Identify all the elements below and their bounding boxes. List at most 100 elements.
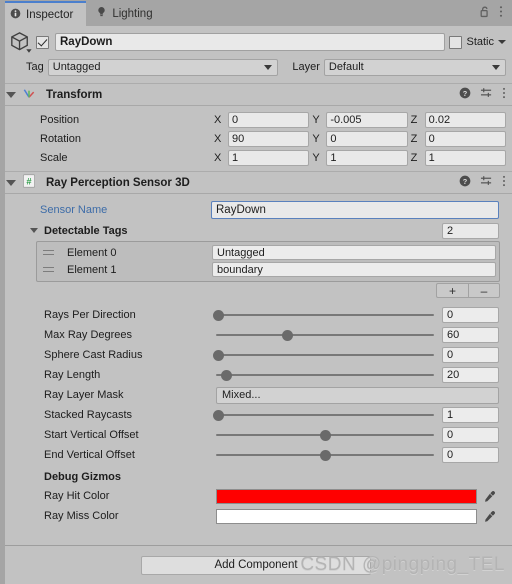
foldout-arrow-icon[interactable]	[6, 91, 16, 98]
stacked-raycasts-slider[interactable]	[212, 407, 434, 423]
gameobject-name-input[interactable]: RayDown	[55, 33, 446, 51]
chevron-down-icon[interactable]	[498, 40, 506, 44]
scale-y-input[interactable]: 1	[326, 149, 408, 166]
rays-per-direction-input[interactable]: 0	[442, 307, 499, 323]
preset-settings-icon[interactable]	[480, 87, 493, 102]
transform-component: Transform ? Position X 0 Y -0.005 Z 0.02…	[0, 83, 512, 171]
stacked-raycasts-input[interactable]: 1	[442, 407, 499, 423]
transform-scale-row: Scale X 1 Y 1 Z 1	[6, 148, 506, 167]
sphere-cast-radius-slider[interactable]	[212, 347, 434, 363]
rotation-x[interactable]: X 90	[211, 130, 310, 147]
svg-text:?: ?	[463, 177, 468, 186]
svg-text:?: ?	[463, 89, 468, 98]
slider-knob[interactable]	[212, 309, 224, 321]
rotation-y-input[interactable]: 0	[326, 130, 408, 147]
debug-gizmos-heading: Debug Gizmos	[44, 471, 122, 483]
element-1-input[interactable]: boundary	[212, 262, 496, 277]
gameobject-header: RayDown Static Tag Untagged Layer Defaul…	[0, 26, 512, 77]
scale-x-input[interactable]: 1	[228, 149, 310, 166]
stacked-raycasts-label: Stacked Raycasts	[44, 409, 133, 421]
slider-knob[interactable]	[319, 449, 331, 461]
detectable-tags-row[interactable]: Detectable Tags 2	[6, 221, 506, 240]
layer-dropdown[interactable]: Default	[323, 58, 506, 76]
rotation-y[interactable]: Y 0	[309, 130, 408, 147]
drag-handle-icon[interactable]	[43, 267, 57, 272]
scale-z-input[interactable]: 1	[424, 149, 506, 166]
start-vertical-offset-slider[interactable]	[216, 427, 434, 443]
scale-z[interactable]: Z 1	[408, 149, 506, 166]
position-y[interactable]: Y -0.005	[309, 111, 408, 128]
rotation-label: Rotation	[40, 132, 81, 145]
start-vertical-offset-row: Start Vertical Offset 0	[6, 425, 506, 445]
ray-layer-mask-value: Mixed...	[222, 389, 261, 401]
position-z-input[interactable]: 0.02	[424, 111, 506, 128]
kebab-menu-icon[interactable]	[502, 87, 506, 102]
sensor-name-value: RayDown	[216, 204, 266, 216]
rays-per-direction-slider[interactable]	[212, 307, 434, 323]
gameobject-enabled-checkbox[interactable]	[36, 35, 49, 49]
transform-header[interactable]: Transform ?	[0, 83, 512, 106]
max-ray-degrees-input[interactable]: 60	[442, 327, 499, 343]
end-vertical-offset-input[interactable]: 0	[442, 447, 499, 463]
transform-actions: ?	[459, 87, 506, 102]
element-0-input[interactable]: Untagged	[212, 245, 496, 260]
cube-icon[interactable]	[7, 29, 34, 56]
help-icon[interactable]: ?	[459, 87, 471, 102]
static-checkbox[interactable]	[449, 35, 463, 49]
foldout-arrow-icon[interactable]	[6, 179, 16, 186]
rotation-z-input[interactable]: 0	[424, 130, 506, 147]
scale-z-value: 1	[428, 151, 435, 164]
slider-knob[interactable]	[319, 429, 331, 441]
scale-x[interactable]: X 1	[211, 149, 310, 166]
help-icon[interactable]: ?	[459, 175, 471, 190]
tab-lighting[interactable]: Lighting	[86, 1, 166, 26]
ray-miss-color-swatch[interactable]	[216, 508, 477, 524]
preset-settings-icon[interactable]	[480, 175, 493, 190]
drag-handle-icon[interactable]	[43, 250, 57, 255]
ray-length-input[interactable]: 20	[442, 367, 499, 383]
axis-label-z: Z	[410, 151, 418, 164]
foldout-arrow-icon[interactable]	[30, 228, 38, 233]
position-y-input[interactable]: -0.005	[326, 111, 408, 128]
eyedropper-icon[interactable]	[479, 508, 499, 524]
rays-per-direction-label: Rays Per Direction	[44, 309, 136, 321]
kebab-menu-icon[interactable]	[499, 5, 503, 21]
sensor-name-input[interactable]: RayDown	[211, 201, 499, 219]
slider-knob[interactable]	[282, 329, 294, 341]
start-vertical-offset-input[interactable]: 0	[442, 427, 499, 443]
start-vertical-offset-value: 0	[447, 429, 454, 441]
ray-layer-mask-dropdown[interactable]: Mixed...	[216, 386, 499, 404]
eyedropper-icon[interactable]	[479, 488, 499, 504]
slider-track	[216, 314, 434, 316]
transform-position-row: Position X 0 Y -0.005 Z 0.02	[6, 110, 506, 129]
rotation-z[interactable]: Z 0	[408, 130, 506, 147]
end-vertical-offset-slider[interactable]	[216, 447, 434, 463]
tag-dropdown[interactable]: Untagged	[47, 58, 279, 76]
sphere-cast-radius-input[interactable]: 0	[442, 347, 499, 363]
rotation-x-input[interactable]: 90	[228, 130, 310, 147]
add-element-button[interactable]: +	[436, 283, 468, 298]
kebab-menu-icon[interactable]	[502, 175, 506, 190]
sensor-header[interactable]: # Ray Perception Sensor 3D ?	[0, 171, 512, 194]
slider-track	[216, 374, 434, 376]
position-x-input[interactable]: 0	[228, 111, 310, 128]
detectable-tags-count-input[interactable]: 2	[442, 222, 499, 239]
list-item[interactable]: Element 0 Untagged	[40, 244, 496, 261]
padlock-open-icon[interactable]	[479, 5, 490, 21]
slider-knob[interactable]	[221, 369, 233, 381]
ray-length-slider[interactable]	[216, 367, 434, 383]
static-control[interactable]: Static	[449, 35, 506, 49]
slider-knob[interactable]	[212, 349, 224, 361]
position-x[interactable]: X 0	[211, 111, 310, 128]
rotation-x-value: 90	[232, 132, 245, 145]
remove-element-button[interactable]: –	[468, 283, 500, 298]
slider-knob[interactable]	[212, 409, 224, 421]
position-z[interactable]: Z 0.02	[408, 111, 506, 128]
tab-inspector[interactable]: Inspector	[0, 1, 87, 26]
list-item[interactable]: Element 1 boundary	[40, 261, 496, 278]
scale-y[interactable]: Y 1	[309, 149, 408, 166]
layer-value: Default	[328, 61, 364, 73]
max-ray-degrees-label: Max Ray Degrees	[44, 329, 133, 341]
max-ray-degrees-slider[interactable]	[216, 327, 434, 343]
ray-hit-color-swatch[interactable]	[216, 488, 477, 504]
